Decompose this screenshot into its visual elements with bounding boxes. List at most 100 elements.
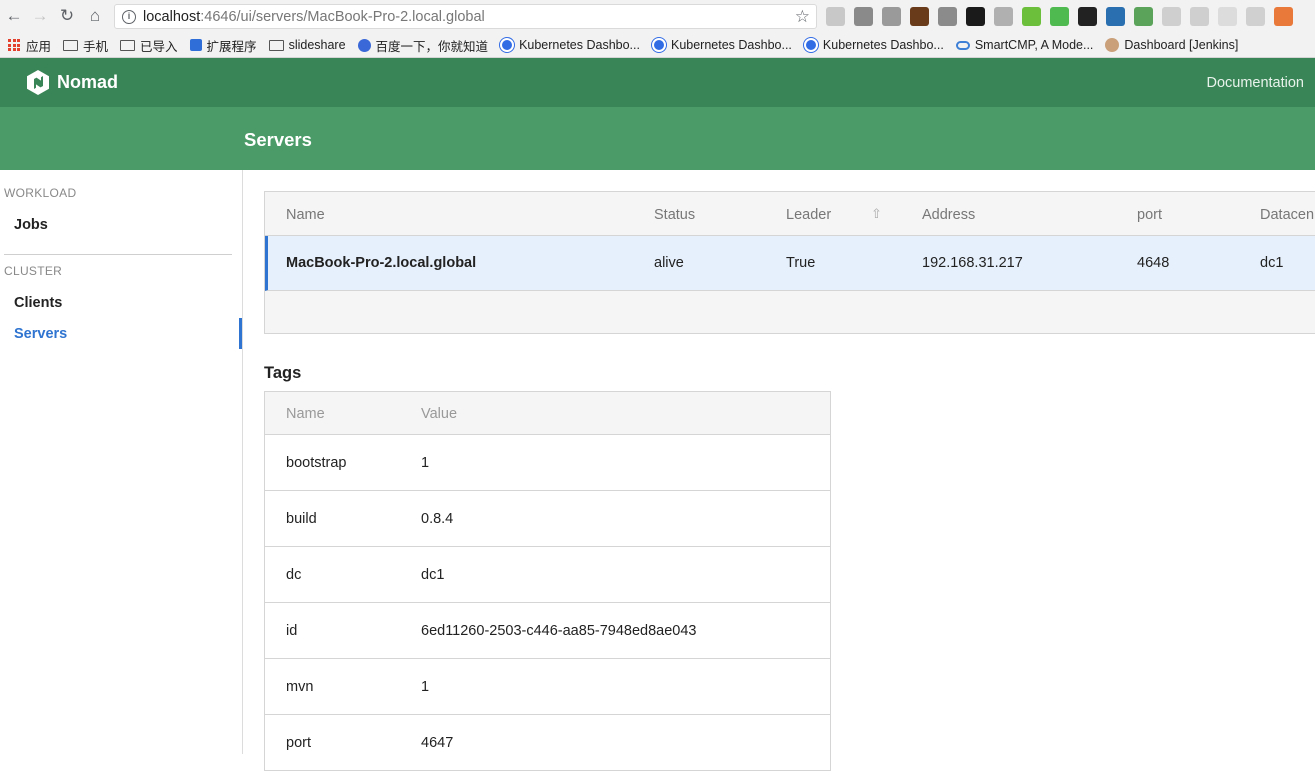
table-row: dc dc1 [265, 547, 830, 603]
tags-column-value: Value [421, 406, 458, 422]
bookmark-item[interactable]: SmartCMP, A Mode... [955, 38, 1094, 52]
sidebar-section-workload: WORKLOAD [4, 186, 77, 200]
tags-column-name: Name [286, 406, 325, 422]
extension-icon[interactable] [1078, 7, 1097, 26]
bookmark-label: 手机 [83, 39, 109, 54]
kubernetes-icon [803, 38, 818, 52]
extension-icon[interactable] [1274, 7, 1293, 26]
sort-arrow-icon[interactable]: ⇧ [871, 206, 882, 222]
tag-value: 0.8.4 [421, 511, 454, 527]
server-port: 4648 [1137, 255, 1170, 271]
bookmark-item[interactable]: Kubernetes Dashbo... [500, 38, 640, 52]
extension-icon[interactable] [966, 7, 985, 26]
column-header-port[interactable]: port [1137, 207, 1162, 223]
bookmark-item[interactable]: 扩展程序 [189, 36, 257, 55]
kubernetes-icon [651, 38, 666, 52]
bookmark-item[interactable]: 手机 [63, 36, 108, 55]
sidebar-item-servers[interactable]: Servers [14, 326, 67, 342]
extension-icon[interactable] [1162, 7, 1181, 26]
extension-icon[interactable] [1190, 7, 1209, 26]
bookmark-item[interactable]: 已导入 [120, 36, 178, 55]
bookmark-item[interactable]: slideshare [268, 38, 346, 52]
extension-icon[interactable] [994, 7, 1013, 26]
bookmark-item[interactable]: Dashboard [Jenkins] [1105, 38, 1238, 52]
tags-table: Name Value bootstrap 1 build 0.8.4 dc dc1 id 6e… [264, 391, 831, 771]
tag-value: dc1 [421, 567, 445, 583]
tag-name: build [286, 511, 317, 527]
extension-icon[interactable] [854, 7, 873, 26]
column-header-name[interactable]: Name [286, 207, 325, 223]
home-icon[interactable]: ⌂ [81, 2, 109, 30]
bookmark-star-icon[interactable]: ☆ [795, 7, 810, 27]
sidebar-section-cluster: CLUSTER [4, 264, 63, 278]
bookmark-label: Dashboard [Jenkins] [1124, 38, 1239, 52]
bookmarks-bar: 应用 手机 已导入 扩展程序 slideshare 百度一下，你就知道 Kubernetes… [0, 33, 1315, 58]
extension-icons [826, 7, 1293, 26]
url-path: :4646/ui/servers/MacBook-Pro-2.local.glo… [200, 8, 485, 25]
servers-table: Name Status Leader ⇧ Address port Datace… [264, 191, 1315, 334]
extension-icon[interactable] [938, 7, 957, 26]
tag-name: dc [286, 567, 302, 583]
tags-table-header: Name Value [265, 392, 830, 435]
extension-icon[interactable] [1218, 7, 1237, 26]
tag-name: mvn [286, 679, 314, 695]
bookmark-label: 应用 [26, 39, 52, 54]
column-header-address[interactable]: Address [922, 207, 975, 223]
bookmark-label: SmartCMP, A Mode... [974, 38, 1094, 52]
bookmark-label: Kubernetes Dashbo... [822, 38, 944, 52]
table-row[interactable]: MacBook-Pro-2.local.global alive True 19… [265, 236, 1315, 291]
table-header: Name Status Leader ⇧ Address port Datace… [265, 192, 1315, 236]
extension-icon[interactable] [910, 7, 929, 26]
tag-name: bootstrap [286, 455, 347, 471]
extension-icon[interactable] [1134, 7, 1153, 26]
server-name[interactable]: MacBook-Pro-2.local.global [286, 255, 476, 271]
folder-icon [63, 39, 79, 51]
url-host: localhost [143, 8, 201, 25]
bookmark-item[interactable]: Kubernetes Dashbo... [803, 38, 944, 52]
paw-icon [357, 38, 371, 52]
forward-arrow-icon[interactable]: → [26, 2, 54, 30]
bookmark-label: slideshare [288, 38, 346, 52]
browser-toolbar: ← → ↻ ⌂ i localhost:4646/ui/servers/MacB… [0, 0, 1315, 33]
app-header: Nomad Documentation [0, 58, 1315, 107]
address-bar[interactable]: i localhost:4646/ui/servers/MacBook-Pro-… [114, 4, 817, 29]
sidebar-item-jobs[interactable]: Jobs [14, 217, 48, 233]
server-leader: True [786, 255, 816, 271]
brand-name[interactable]: Nomad [57, 72, 118, 93]
documentation-link[interactable]: Documentation [1206, 75, 1304, 91]
info-icon[interactable]: i [122, 9, 136, 24]
url-text: localhost:4646/ui/servers/MacBook-Pro-2.… [143, 9, 485, 25]
column-header-status[interactable]: Status [654, 207, 695, 223]
column-header-leader[interactable]: Leader [786, 207, 831, 223]
extension-icon[interactable] [1106, 7, 1125, 26]
table-row: mvn 1 [265, 659, 830, 715]
tag-value: 1 [421, 679, 430, 695]
bookmark-label: Kubernetes Dashbo... [670, 38, 792, 52]
extension-icon[interactable] [882, 7, 901, 26]
table-row: bootstrap 1 [265, 435, 830, 491]
tag-value: 6ed11260-2503-c446-aa85-7948ed8ae043 [421, 623, 697, 639]
sidebar-item-clients[interactable]: Clients [14, 295, 62, 311]
reload-icon[interactable]: ↻ [53, 2, 81, 30]
sidebar-divider [4, 254, 232, 255]
tag-name: port [286, 735, 311, 751]
server-address: 192.168.31.217 [922, 255, 1023, 271]
active-indicator [239, 318, 242, 349]
tag-value: 4647 [421, 735, 454, 751]
extension-icon[interactable] [1246, 7, 1265, 26]
extension-icon[interactable] [1022, 7, 1041, 26]
bookmark-item[interactable]: Kubernetes Dashbo... [651, 38, 792, 52]
table-row: build 0.8.4 [265, 491, 830, 547]
column-header-datacenter[interactable]: Datacen [1260, 207, 1314, 223]
bookmark-item[interactable]: 应用 [8, 36, 51, 55]
bookmark-label: 已导入 [140, 39, 178, 54]
bookmark-label: Kubernetes Dashbo... [519, 38, 640, 52]
bookmark-label: 百度一下，你就知道 [375, 39, 489, 54]
extension-icon[interactable] [826, 7, 845, 26]
bookmark-item[interactable]: 百度一下，你就知道 [357, 36, 489, 55]
kubernetes-icon [500, 38, 515, 52]
nomad-logo-icon[interactable] [27, 70, 49, 95]
extension-icon[interactable] [1050, 7, 1069, 26]
apps-grid-icon [8, 39, 20, 51]
back-arrow-icon[interactable]: ← [0, 2, 28, 30]
